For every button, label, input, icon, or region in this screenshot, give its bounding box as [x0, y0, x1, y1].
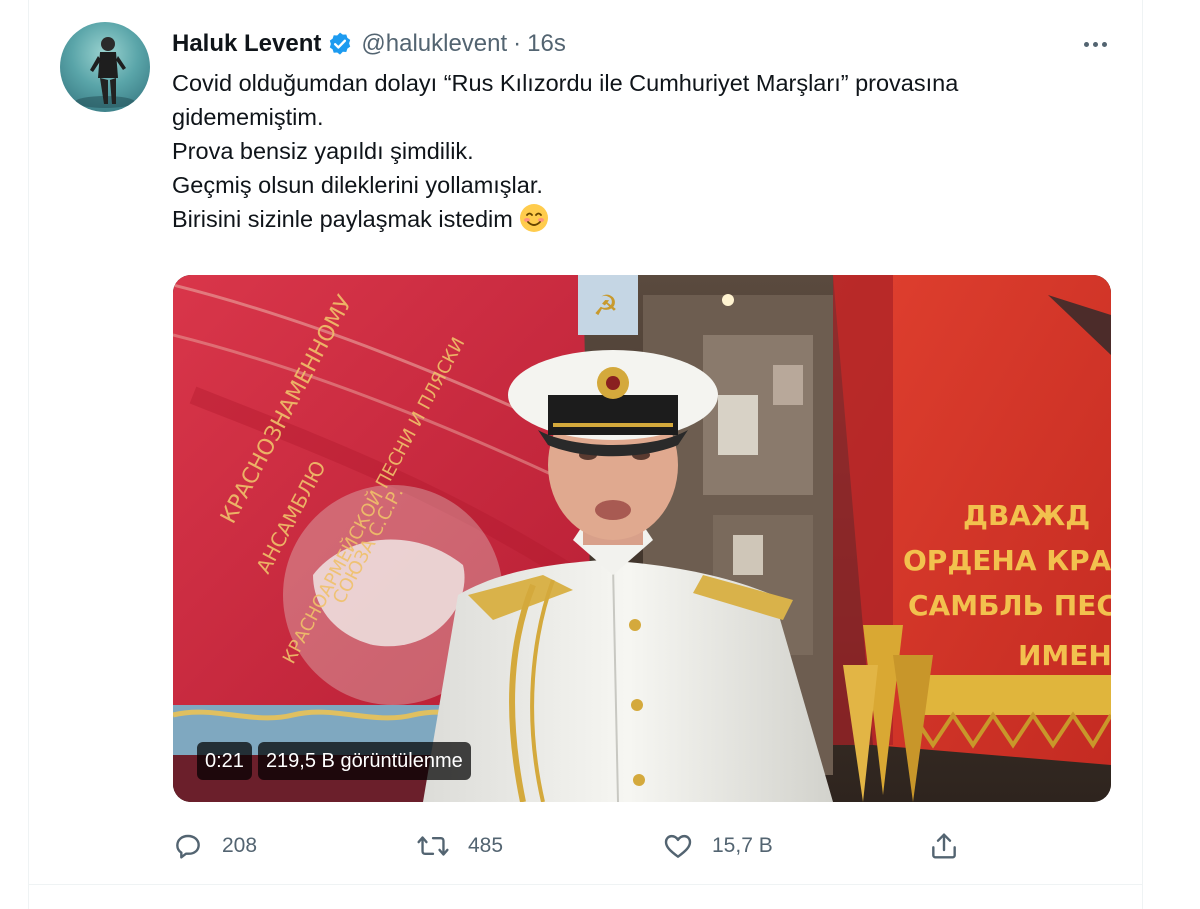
- tweet-text-line: Geçmiş olsun dileklerini yollamışlar.: [172, 172, 543, 198]
- heart-icon: [662, 830, 694, 862]
- retweet-button[interactable]: 485: [416, 826, 503, 866]
- tweet-text-line: gidememiştim.: [172, 104, 324, 130]
- more-options-icon[interactable]: [1080, 36, 1110, 52]
- reply-count: 208: [222, 834, 258, 857]
- retweet-count: 485: [468, 834, 504, 857]
- tweet-text: Covid olduğumdan dolayı “Rus Kılızordu i…: [172, 66, 1122, 242]
- video-thumbnail: КРАСНОЗНАМЕННОМУ АНСАМБЛЮ КРАСНОАРМЕЙСКО…: [173, 275, 1111, 802]
- video-player[interactable]: КРАСНОЗНАМЕННОМУ АНСАМБЛЮ КРАСНОАРМЕЙСКО…: [173, 275, 1111, 802]
- tweet-text-line-last: Birisini sizinle paylaşmak istedim: [172, 202, 1122, 242]
- tweet-text-line: Prova bensiz yapıldı şimdilik.: [172, 138, 474, 164]
- video-view-count: 219,5 B görüntülenme: [257, 742, 471, 780]
- tweet-text-segment: Birisini sizinle paylaşmak istedim: [172, 206, 513, 232]
- tweet-text-line: Covid olduğumdan dolayı “Rus Kılızordu i…: [172, 70, 959, 96]
- like-button[interactable]: 15,7 B: [662, 826, 773, 866]
- more-dot: [1092, 41, 1098, 47]
- video-duration: 0:21: [197, 742, 252, 780]
- author-name[interactable]: Haluk Levent: [172, 30, 321, 58]
- avatar-image: [75, 37, 135, 108]
- verified-badge-icon: [327, 31, 353, 57]
- svg-text:☭: ☭: [593, 289, 618, 322]
- reply-button[interactable]: 208: [172, 826, 257, 866]
- tweet-actions: 208 485 15,7 B: [172, 826, 1122, 866]
- tweet-header: Haluk Levent @haluklevent · 16s: [172, 27, 566, 61]
- share-icon: [928, 830, 960, 862]
- svg-text:САМБЛЬ ПЕСН: САМБЛЬ ПЕСН: [908, 589, 1111, 622]
- timeline-border-right: [1142, 0, 1143, 909]
- video-overlay: 0:21 219,5 B görüntülenme: [197, 742, 471, 780]
- timeline-border-left: [28, 0, 29, 909]
- tweet-timestamp[interactable]: 16s: [527, 30, 566, 58]
- author-handle[interactable]: @haluklevent: [361, 30, 507, 58]
- reply-icon: [172, 830, 204, 862]
- separator-dot: ·: [513, 30, 522, 57]
- share-button[interactable]: [928, 826, 960, 866]
- svg-text:ОРДЕНА КРАС: ОРДЕНА КРАС: [903, 544, 1111, 577]
- smiling-face-emoji-icon: [519, 203, 549, 242]
- more-dot: [1101, 41, 1107, 47]
- retweet-icon: [416, 830, 450, 862]
- tweet-divider: [28, 884, 1143, 885]
- svg-text:ДВАЖД: ДВАЖД: [963, 499, 1090, 532]
- avatar[interactable]: [60, 22, 150, 112]
- more-dot: [1083, 41, 1089, 47]
- svg-text:ИМЕН: ИМЕН: [1018, 639, 1111, 672]
- like-count: 15,7 B: [712, 834, 773, 857]
